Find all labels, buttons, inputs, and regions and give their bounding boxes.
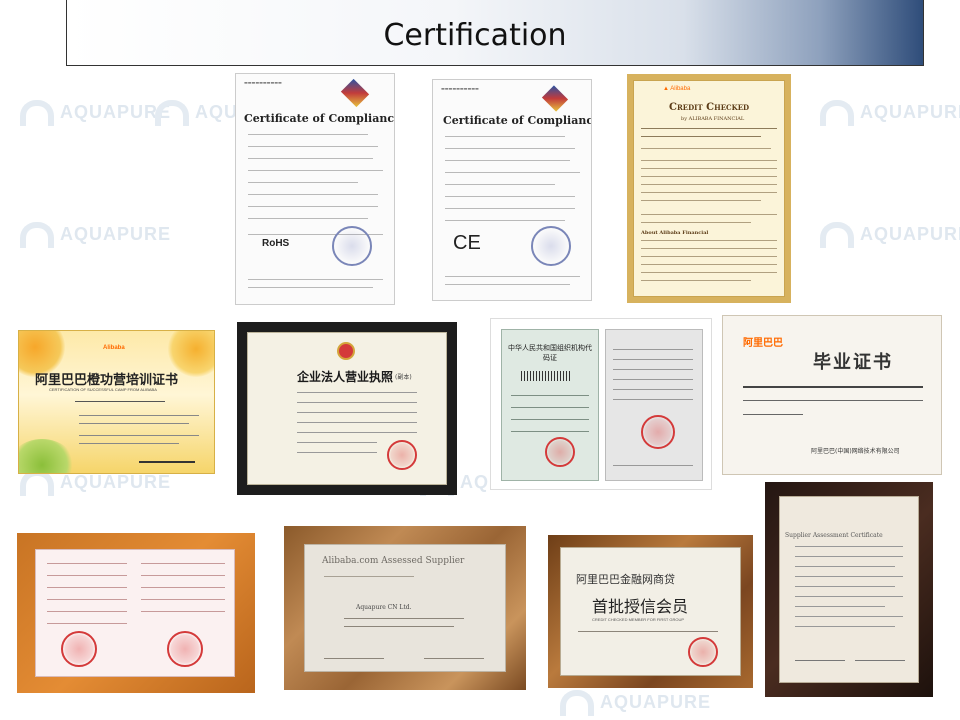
cert-title: 企业法人营业执照 [297,370,394,384]
certificate-training[interactable]: Alibaba 阿里巴巴橙功营培训证书 CERTIFICATION OF SUC… [18,330,215,474]
watermark: AQUAPURE [820,100,960,126]
certificate-assessed-supplier[interactable]: Alibaba.com Assessed Supplier Aquapure C… [284,526,526,690]
logo-icon [541,85,569,112]
certificate-credit-member[interactable]: 阿里巴巴金融网商贷 首批授信会员 CREDIT CHECKED MEMBER F… [548,535,753,688]
page-header: Certification [66,0,924,66]
watermark: AQUAPURE [20,222,171,248]
red-seal-icon [61,631,97,667]
certificate-tax-registration[interactable] [17,533,255,693]
barcode-icon [521,371,571,381]
company-name: Aquapure CN Ltd. [356,604,412,611]
certificate-credit-checked[interactable]: ▲ Alibaba Credit Checked by ALIBABA FINA… [627,74,791,303]
cert-title: 阿里巴巴金融网商贷 [576,573,675,586]
certificate-ce-rohs[interactable]: ▬▬▬▬▬▬▬▬▬▬ Certificate of Compliance RoH… [235,73,395,305]
red-seal-icon [167,631,203,667]
about-heading: About Alibaba Financial [641,230,709,236]
watermark: AQUAPURE [820,222,960,248]
cert-subtitle: by ALIBABA FINANCIAL [681,116,745,122]
red-seal-icon [641,415,675,449]
certificate-supplier-assessment[interactable]: Supplier Assessment Certificate [765,482,933,697]
ce-mark: CE [453,232,481,254]
certificate-graduation[interactable]: 阿里巴巴 毕业证书 阿里巴巴(中国)网络技术有限公司 [722,315,942,475]
cert-suffix: (副本) [395,374,412,381]
cert-title: Credit Checked [669,102,750,113]
cert-title: Alibaba.com Assessed Supplier [322,556,465,566]
watermark: AQUAPURE [20,100,171,126]
cert-title: Certificate of Compliance [443,114,592,127]
certificate-business-license[interactable]: 企业法人营业执照 (副本) [237,322,457,495]
page-title: Certification [383,18,567,53]
national-emblem-icon [337,342,355,360]
cert-title: Supplier Assessment Certificate [785,532,883,539]
cert-main: 首批授信会员 [592,597,689,616]
certificate-ce-emc[interactable]: ▬▬▬▬▬▬▬▬▬▬ Certificate of Compliance CE [432,79,592,301]
red-seal-icon [545,437,575,467]
alibaba-logo: 阿里巴巴 [743,338,783,349]
blue-stamp [332,226,372,266]
cert-title: 中华人民共和国组织机构代码证 [508,344,592,362]
red-seal-icon [387,440,417,470]
certificate-org-code[interactable]: 中华人民共和国组织机构代码证 [490,318,712,490]
alibaba-logo: Alibaba [103,345,125,351]
logo-icon [340,78,370,108]
rohs-mark: RoHS [262,238,290,249]
cert-title: 毕业证书 [813,352,893,373]
watermark: AQUAPURE [560,690,711,716]
cert-footer: 阿里巴巴(中国)网络技术有限公司 [811,448,900,455]
blue-stamp [531,226,571,266]
cert-title: 阿里巴巴橙功营培训证书 [35,373,179,388]
red-seal-icon [688,637,718,667]
cert-subtitle: CERTIFICATION OF SUCCESSFUL CAMP FROM AL… [49,387,157,392]
cert-title: Certificate of Compliance [244,112,395,125]
cert-sub: CREDIT CHECKED MEMBER FOR FIRST GROUP [592,617,685,622]
